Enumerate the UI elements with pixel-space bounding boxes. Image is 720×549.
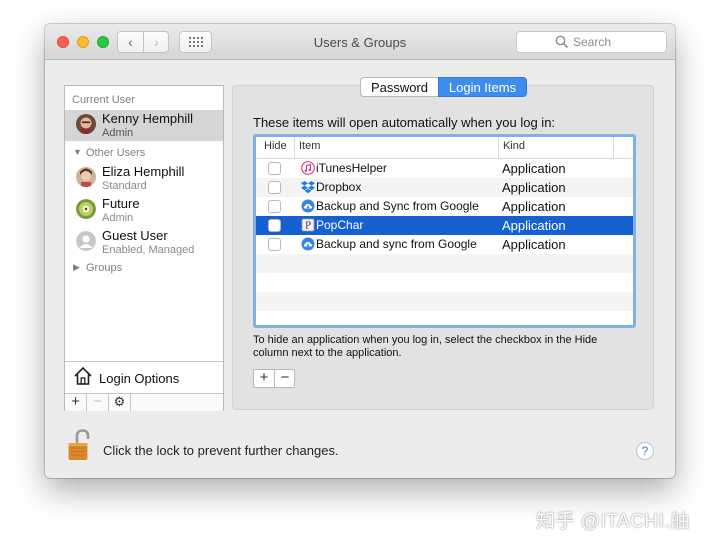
user-item-future[interactable]: Future Admin [65,195,223,226]
user-role: Enabled, Managed [102,244,195,256]
tab-login-items[interactable]: Login Items [438,77,527,97]
hide-checkbox[interactable] [268,181,281,194]
empty-row [256,254,633,273]
item-kind: Application [502,218,566,233]
item-kind: Application [502,180,566,195]
hide-checkbox[interactable] [268,219,281,232]
avatar [76,199,96,219]
item-name: Dropbox [316,180,362,194]
user-name: Guest User [102,228,168,243]
popchar-icon: P [301,218,315,232]
empty-row [256,311,633,325]
hide-checkbox[interactable] [268,162,281,175]
table-row[interactable]: P PopChar Application [256,216,633,235]
hide-checkbox[interactable] [268,238,281,251]
user-role: Standard [102,180,147,192]
avatar [76,114,96,134]
add-login-item-button[interactable]: + [254,370,275,387]
gear-icon[interactable]: ⚙ [109,394,131,411]
remove-login-item-button[interactable]: − [275,370,295,387]
avatar [76,167,96,187]
itunes-icon [301,161,315,175]
item-kind: Application [502,199,566,214]
help-button[interactable]: ? [636,442,654,460]
column-header-hide[interactable]: Hide [264,140,287,152]
login-options-item[interactable]: Login Options [65,361,223,394]
google-backup-icon [301,237,315,251]
login-items-table[interactable]: Hide Item Kind iTunesHelper Application [253,134,636,328]
title-bar: ‹ › Users & Groups Search [45,24,675,60]
google-backup-icon [301,199,315,213]
column-header-item[interactable]: Item [299,140,320,152]
login-options-label: Login Options [99,371,180,386]
item-name: Backup and sync from Google [316,237,477,251]
disclosure-triangle-down-icon[interactable]: ▼ [73,147,82,157]
column-divider [294,137,295,158]
user-name: Kenny Hemphill [102,111,194,126]
item-kind: Application [502,237,566,252]
table-row[interactable]: iTunesHelper Application [256,159,633,178]
user-role: Admin [102,127,134,139]
house-icon [74,366,92,385]
search-placeholder: Search [573,35,612,49]
table-row[interactable]: Dropbox Application [256,178,633,197]
watermark: 知乎 @ITACHI.舳 [536,511,690,532]
item-name: Backup and Sync from Google [316,199,479,213]
remove-user-button[interactable]: − [87,394,109,411]
user-name: Future [102,196,140,211]
empty-row [256,273,633,292]
add-user-button[interactable]: + [65,394,87,411]
lock-status-text: Click the lock to prevent further change… [103,443,339,458]
search-field[interactable]: Search [516,31,667,53]
users-groups-window: ‹ › Users & Groups Search Current User K… [45,24,675,478]
column-divider [613,137,614,158]
hide-checkbox[interactable] [268,200,281,213]
hide-help-text: To hide an application when you log in, … [253,334,598,359]
sidebar-toolbar: + − ⚙ [65,393,223,411]
svg-text:P: P [305,222,311,232]
add-remove-buttons: + − [253,369,295,388]
item-kind: Application [502,161,566,176]
dropbox-icon [301,181,315,194]
avatar [76,231,96,251]
user-item-eliza-hemphill[interactable]: Eliza Hemphill Standard [65,163,223,194]
item-name: PopChar [316,218,364,232]
current-user-heading: Current User [72,94,135,106]
disclosure-triangle-right-icon[interactable]: ▶ [73,262,80,273]
empty-row [256,292,633,311]
groups-heading[interactable]: Groups [86,262,122,274]
search-icon [555,35,569,49]
item-name: iTunesHelper [316,161,387,175]
login-items-intro: These items will open automatically when… [253,115,556,130]
table-row[interactable]: Backup and sync from Google Application [256,235,633,254]
tab-password[interactable]: Password [360,77,438,97]
tab-bar: Password Login Items [360,77,527,97]
table-row[interactable]: Backup and Sync from Google Application [256,197,633,216]
unlocked-padlock-icon[interactable] [67,429,93,463]
other-users-heading: Other Users [86,147,146,159]
column-header-kind[interactable]: Kind [503,140,525,152]
table-header: Hide Item Kind [256,137,633,159]
user-name: Eliza Hemphill [102,164,185,179]
user-role: Admin [102,212,134,224]
column-divider [498,137,499,158]
user-item-kenny-hemphill[interactable]: Kenny Hemphill Admin [65,110,223,141]
users-sidebar: Current User Kenny Hemphill Admin ▼ Othe… [64,85,224,411]
user-item-guest-user[interactable]: Guest User Enabled, Managed [65,227,223,258]
